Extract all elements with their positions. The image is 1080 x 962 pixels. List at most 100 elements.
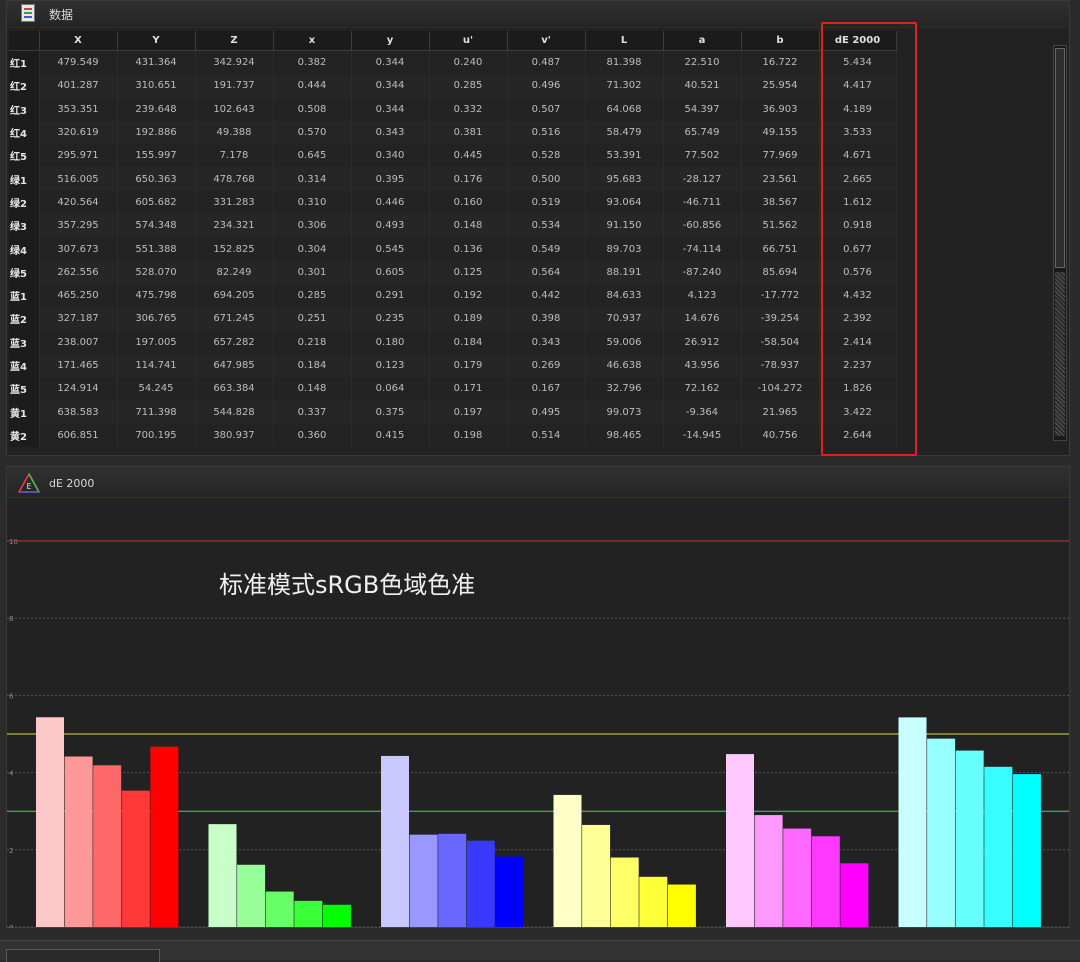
scrollbar-thumb[interactable] bbox=[1055, 48, 1065, 268]
table-cell: 43.956 bbox=[663, 353, 742, 378]
table-cell: 89.703 bbox=[585, 237, 664, 261]
column-header[interactable]: X bbox=[39, 31, 118, 51]
bar bbox=[553, 794, 582, 927]
bar bbox=[294, 900, 323, 927]
table-cell: 262.556 bbox=[39, 260, 118, 284]
bottom-tab[interactable] bbox=[6, 949, 160, 962]
column-header[interactable]: v' bbox=[507, 31, 586, 51]
table-cell: 66.751 bbox=[741, 237, 820, 261]
column-header[interactable]: x bbox=[273, 31, 352, 51]
table-row[interactable]: 黄1 638.583 711.398 544.828 0.337 0.375 0.197 0.… bbox=[9, 400, 897, 424]
bar bbox=[237, 864, 266, 927]
column-header[interactable]: L bbox=[585, 31, 664, 51]
table-cell: 0.184 bbox=[273, 353, 352, 378]
table-cell: 0.360 bbox=[273, 423, 352, 448]
table-row[interactable]: 红5 295.971 155.997 7.178 0.645 0.340 0.445 0.52… bbox=[9, 144, 897, 168]
table-cell: 192.886 bbox=[117, 120, 196, 145]
document-icon bbox=[21, 4, 35, 22]
table-cell: 0.375 bbox=[351, 400, 430, 424]
table-cell: 671.245 bbox=[195, 307, 274, 331]
table-cell: 306.765 bbox=[117, 307, 196, 331]
table-row[interactable]: 绿5 262.556 528.070 82.249 0.301 0.605 0.125 0.5… bbox=[9, 260, 897, 284]
table-cell: 54.397 bbox=[663, 97, 742, 121]
table-cell: 54.245 bbox=[117, 377, 196, 401]
table-cell: -58.504 bbox=[741, 330, 820, 354]
table-row[interactable]: 蓝1 465.250 475.798 694.205 0.285 0.291 0.192 0.… bbox=[9, 283, 897, 308]
row-header: 蓝3 bbox=[9, 330, 40, 354]
table-row[interactable]: 蓝2 327.187 306.765 671.245 0.251 0.235 0.189 0.… bbox=[9, 307, 897, 331]
table-row[interactable]: 红1 479.549 431.364 342.924 0.382 0.344 0.240 0.… bbox=[9, 50, 897, 75]
table-cell: -87.240 bbox=[663, 260, 742, 284]
table-cell: 234.321 bbox=[195, 214, 274, 238]
status-bar bbox=[0, 940, 1080, 962]
table-cell: 0.240 bbox=[429, 50, 508, 75]
column-header[interactable] bbox=[9, 31, 40, 51]
table-cell: 0.218 bbox=[273, 330, 352, 354]
table-cell: 475.798 bbox=[117, 283, 196, 308]
bar bbox=[898, 717, 927, 927]
table-row[interactable]: 绿4 307.673 551.388 152.825 0.304 0.545 0.136 0.… bbox=[9, 237, 897, 261]
table-cell: 0.340 bbox=[351, 144, 430, 168]
table-cell: 307.673 bbox=[39, 237, 118, 261]
table-cell: 0.160 bbox=[429, 190, 508, 215]
table-cell: 14.676 bbox=[663, 307, 742, 331]
bar bbox=[1012, 774, 1041, 927]
table-cell: 479.549 bbox=[39, 50, 118, 75]
chart-panel-title: dE 2000 bbox=[49, 477, 95, 490]
column-header[interactable]: a bbox=[663, 31, 742, 51]
table-cell: 0.269 bbox=[507, 353, 586, 378]
column-header[interactable]: Z bbox=[195, 31, 274, 51]
table-row[interactable]: 绿1 516.005 650.363 478.768 0.314 0.395 0.176 0.… bbox=[9, 167, 897, 191]
table-cell: 0.343 bbox=[351, 120, 430, 145]
table-row[interactable]: 绿2 420.564 605.682 331.283 0.310 0.446 0.160 0.… bbox=[9, 190, 897, 215]
table-cell: 0.184 bbox=[429, 330, 508, 354]
row-header: 绿3 bbox=[9, 214, 40, 238]
table-cell: 638.583 bbox=[39, 400, 118, 424]
table-cell: 711.398 bbox=[117, 400, 196, 424]
table-row[interactable]: 绿3 357.295 574.348 234.321 0.306 0.493 0.148 0.… bbox=[9, 214, 897, 238]
table-row[interactable]: 蓝4 171.465 114.741 647.985 0.184 0.123 0.179 0.… bbox=[9, 353, 897, 378]
table-cell: 0.519 bbox=[507, 190, 586, 215]
table-row[interactable]: 蓝3 238.007 197.005 657.282 0.218 0.180 0.184 0.… bbox=[9, 330, 897, 354]
column-header[interactable]: y bbox=[351, 31, 430, 51]
chart-title: 标准模式sRGB色域色准 bbox=[219, 571, 475, 599]
table-cell: 40.756 bbox=[741, 423, 820, 448]
table-cell: 342.924 bbox=[195, 50, 274, 75]
table-cell: 64.068 bbox=[585, 97, 664, 121]
vertical-scrollbar[interactable] bbox=[1053, 45, 1067, 441]
bar bbox=[93, 765, 122, 927]
table-cell: 58.479 bbox=[585, 120, 664, 145]
bar bbox=[121, 790, 150, 927]
table-row[interactable]: 红2 401.287 310.651 191.737 0.444 0.344 0.285 0.… bbox=[9, 74, 897, 98]
de2000-column-highlight bbox=[821, 22, 917, 456]
table-row[interactable]: 红3 353.351 239.648 102.643 0.508 0.344 0.332 0.… bbox=[9, 97, 897, 121]
bar bbox=[840, 863, 869, 927]
column-header[interactable]: b bbox=[741, 31, 820, 51]
bar bbox=[150, 746, 179, 927]
table-cell: 0.415 bbox=[351, 423, 430, 448]
row-header: 绿4 bbox=[9, 237, 40, 261]
table-cell: -46.711 bbox=[663, 190, 742, 215]
table-cell: 327.187 bbox=[39, 307, 118, 331]
table-cell: 59.006 bbox=[585, 330, 664, 354]
table-cell: 82.249 bbox=[195, 260, 274, 284]
table-cell: 0.310 bbox=[273, 190, 352, 215]
bar bbox=[667, 884, 696, 927]
table-cell: 0.304 bbox=[273, 237, 352, 261]
table-row[interactable]: 黄2 606.851 700.195 380.937 0.360 0.415 0.198 0.… bbox=[9, 423, 897, 448]
bar bbox=[322, 904, 351, 927]
table-cell: 0.301 bbox=[273, 260, 352, 284]
svg-text:E: E bbox=[26, 482, 31, 491]
scrollbar-track[interactable] bbox=[1055, 272, 1065, 436]
table-cell: 663.384 bbox=[195, 377, 274, 401]
column-header[interactable]: Y bbox=[117, 31, 196, 51]
y-tick-label: 0 bbox=[9, 924, 13, 928]
chart-panel: E dE 2000 0 2 4 6 8 10 标准模式sRGB色域色准 bbox=[6, 466, 1070, 928]
table-cell: 0.176 bbox=[429, 167, 508, 191]
column-header[interactable]: u' bbox=[429, 31, 508, 51]
table-cell: 0.148 bbox=[429, 214, 508, 238]
table-cell: 0.398 bbox=[507, 307, 586, 331]
table-cell: 25.954 bbox=[741, 74, 820, 98]
table-row[interactable]: 红4 320.619 192.886 49.388 0.570 0.343 0.381 0.5… bbox=[9, 120, 897, 145]
table-row[interactable]: 蓝5 124.914 54.245 663.384 0.148 0.064 0.171 0.1… bbox=[9, 377, 897, 401]
